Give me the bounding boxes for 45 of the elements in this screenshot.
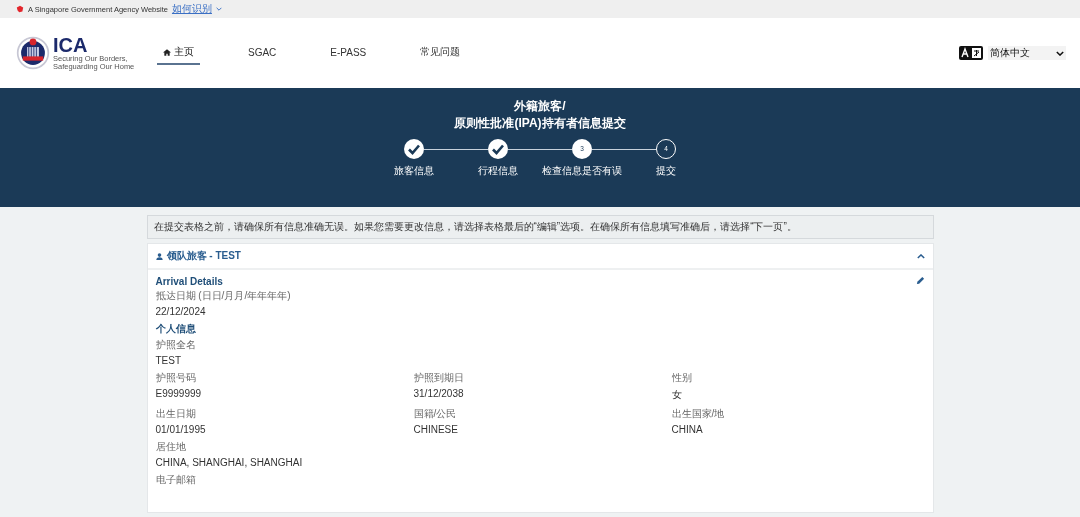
- section-heading: 个人信息: [155, 322, 196, 336]
- translate-icon: [959, 46, 983, 60]
- collapse-icon[interactable]: [916, 253, 925, 259]
- field-value: CHINA, SHANGHAI, SHANGHAI: [155, 457, 304, 468]
- step-label: 行程信息: [478, 163, 518, 178]
- field-label: 电子邮箱: [155, 473, 197, 487]
- field-label: 性别: [671, 371, 693, 385]
- nav-tab[interactable]: SGAC: [242, 41, 283, 65]
- field-value: E9999999: [155, 388, 203, 399]
- chevron-icon: [215, 7, 222, 11]
- nav-tab[interactable]: E-PASS: [324, 41, 373, 65]
- field-label: 出生日期: [155, 407, 197, 421]
- check-step-icon: [488, 138, 508, 159]
- field-value: CHINESE: [413, 424, 459, 435]
- field-value: 女: [671, 388, 683, 402]
- edit-icon[interactable]: [915, 276, 925, 285]
- field-label: 护照全名: [155, 338, 197, 352]
- nav-tab[interactable]: 主页: [157, 41, 200, 65]
- identify-link[interactable]: 如何识别: [171, 2, 212, 16]
- step-label: 提交: [656, 163, 676, 178]
- field-value: 31/12/2038: [413, 388, 465, 399]
- field-label: 国籍/公民: [413, 407, 458, 421]
- field-value: CHINA: [671, 424, 704, 435]
- section-heading: Arrival Details: [155, 276, 223, 287]
- field-label: 居住地: [155, 440, 187, 454]
- field-label: 护照号码: [155, 371, 197, 385]
- field-label: 护照到期日: [413, 371, 465, 385]
- nav-tab[interactable]: 常见问题: [414, 41, 467, 65]
- step-label: 检查信息是否有误: [542, 163, 622, 178]
- card-title: 领队旅客 - TEST: [166, 249, 242, 263]
- person-icon: [155, 252, 163, 260]
- page-title: 外籍旅客/ 原则性批准(IPA)持有者信息提交: [454, 98, 626, 133]
- field-label: 抵达日期 (日日/月月/年年年年): [155, 289, 292, 303]
- notice-text: 在提交表格之前，请确保所有信息准确无误。如果您需要更改信息，请选择表格最后的“编辑”选项。在确保所有信息填写准确后，请选择“下一页”。: [146, 215, 934, 239]
- field-value: 22/12/2024: [155, 306, 207, 317]
- language-select[interactable]: 简体中文: [988, 46, 1066, 60]
- check-step-icon: [404, 138, 424, 159]
- emblem-icon: [16, 36, 50, 70]
- home-icon: [163, 48, 171, 56]
- chevron-down-icon: [1056, 50, 1064, 56]
- step-label: 旅客信息: [394, 163, 434, 178]
- field-value: TEST: [155, 355, 183, 366]
- field-value: 01/01/1995: [155, 424, 207, 435]
- field-label: 出生国家/地: [671, 407, 726, 421]
- logo-text: ICA: [53, 34, 89, 55]
